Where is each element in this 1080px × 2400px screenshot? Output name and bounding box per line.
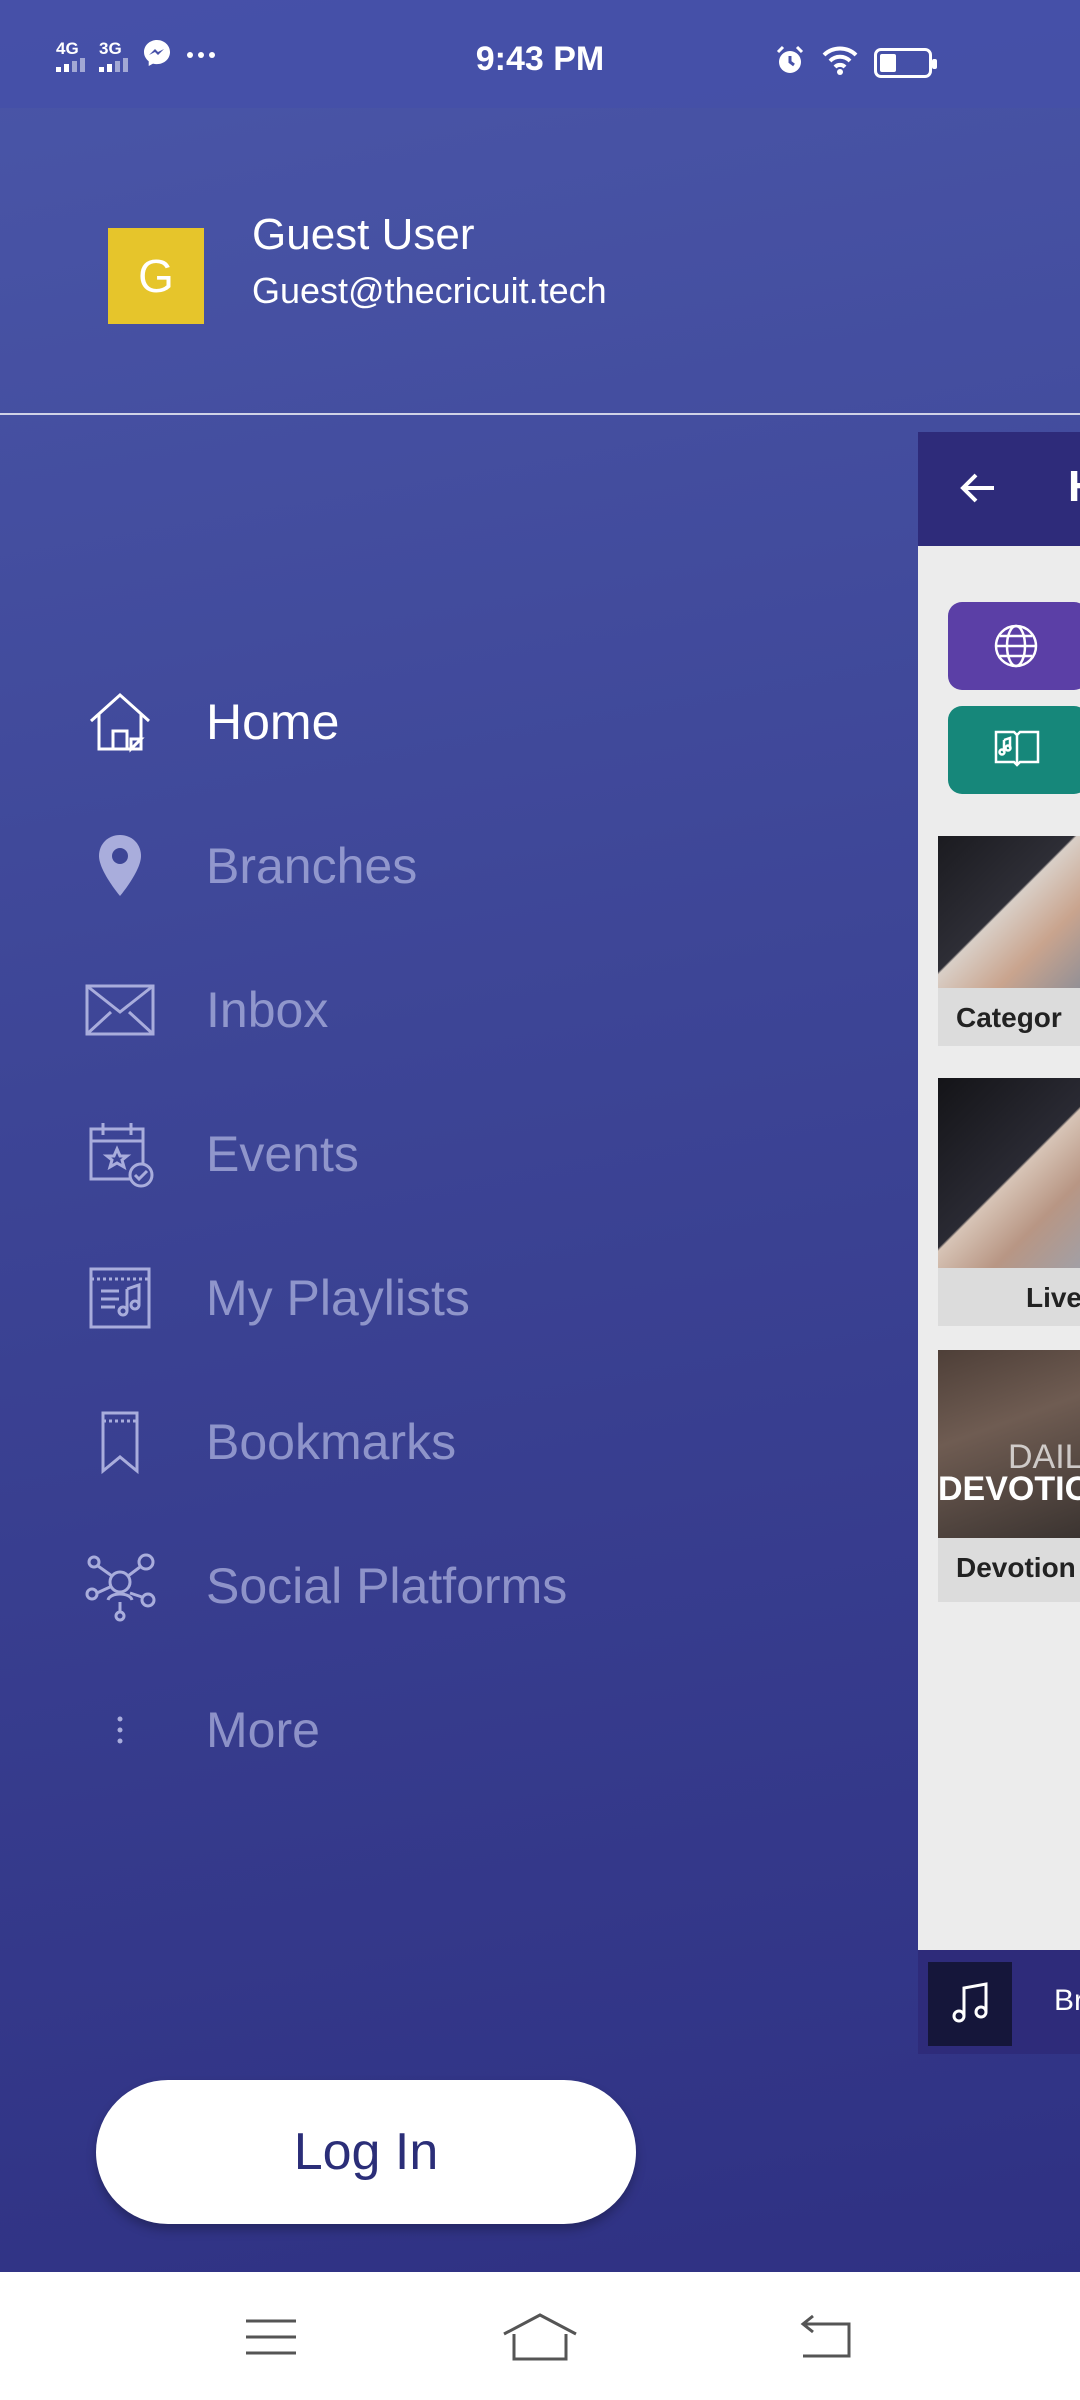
menu-item-more[interactable]: More — [80, 1680, 840, 1780]
card-overlay-line2: DEVOTIO — [938, 1470, 1080, 1508]
menu-label-bookmarks: Bookmarks — [206, 1414, 457, 1470]
arrow-back-icon[interactable] — [958, 468, 998, 513]
mini-player-title: Br — [1054, 1984, 1080, 2017]
menu-label-home: Home — [206, 694, 340, 750]
background-app-panel: H Categor Live DAILY DEVOTIO Devotion — [918, 432, 1080, 2052]
menu-item-branches[interactable]: Branches — [80, 816, 840, 916]
background-app-title: H — [1068, 462, 1080, 512]
music-note-icon — [928, 1962, 1012, 2046]
system-nav-bar — [0, 2272, 1080, 2400]
audio-book-chip[interactable] — [948, 706, 1080, 794]
menu-label-social-platforms: Social Platforms — [206, 1558, 568, 1614]
background-app-toolbar: H — [918, 432, 1080, 546]
status-bar: 4G 3G 9:43 PM — [0, 0, 1080, 108]
avatar: G — [108, 228, 204, 324]
card-label: Live — [938, 1268, 1080, 1326]
login-button[interactable]: Log In — [96, 2080, 636, 2224]
menu-label-more: More — [206, 1702, 320, 1758]
card-photo — [938, 836, 1080, 988]
card-label: Devotion — [938, 1538, 1080, 1602]
battery-icon — [874, 47, 937, 78]
menu-item-bookmarks[interactable]: Bookmarks — [80, 1392, 840, 1492]
menu-label-inbox: Inbox — [206, 982, 329, 1038]
vertical-dots-icon — [80, 1690, 160, 1770]
alarm-icon — [774, 44, 806, 81]
bookmark-icon — [80, 1402, 160, 1482]
menu-item-events[interactable]: Events — [80, 1104, 840, 1204]
menu-item-home[interactable]: Home — [80, 672, 840, 772]
menu-label-my-playlists: My Playlists — [206, 1270, 470, 1326]
playlist-icon — [80, 1258, 160, 1338]
user-name: Guest User — [252, 210, 475, 259]
menu-item-my-playlists[interactable]: My Playlists — [80, 1248, 840, 1348]
back-icon[interactable] — [784, 2302, 864, 2372]
live-card[interactable]: Live — [938, 1078, 1080, 1326]
menu-item-inbox[interactable]: Inbox — [80, 960, 840, 1060]
avatar-letter: G — [138, 250, 174, 302]
menu-icon[interactable] — [231, 2302, 311, 2372]
mini-player[interactable]: Br — [918, 1950, 1080, 2054]
menu-item-social-platforms[interactable]: Social Platforms — [80, 1536, 840, 1636]
social-network-icon — [80, 1546, 160, 1626]
card-photo — [938, 1078, 1080, 1268]
card-label: Categor — [938, 988, 1080, 1046]
home-icon — [80, 682, 160, 762]
music-book-icon — [992, 726, 1042, 775]
website-chip[interactable] — [948, 602, 1080, 690]
devotion-card[interactable]: DAILY DEVOTIO Devotion — [938, 1350, 1080, 1602]
wifi-icon — [822, 45, 858, 80]
menu-label-branches: Branches — [206, 838, 418, 894]
login-label: Log In — [293, 2123, 439, 2181]
envelope-icon — [80, 970, 160, 1050]
calendar-icon — [80, 1114, 160, 1194]
profile-divider — [0, 413, 1080, 415]
menu-label-events: Events — [206, 1126, 359, 1182]
user-email: Guest@thecricuit.tech — [252, 270, 607, 311]
location-pin-icon — [80, 826, 160, 906]
category-card[interactable]: Categor — [938, 836, 1080, 1046]
home-outline-icon[interactable] — [500, 2302, 580, 2372]
www-globe-icon — [992, 622, 1040, 675]
